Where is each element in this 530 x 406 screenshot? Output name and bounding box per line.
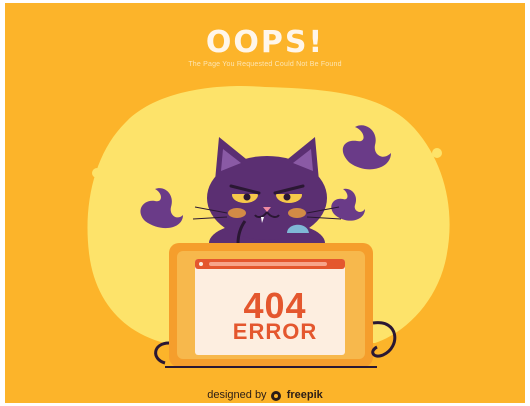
page-subtitle: The Page You Requested Could Not Be Foun… [188,61,342,68]
page-title: OOPS! [205,25,325,60]
credit-brand[interactable]: freepik [287,389,323,401]
error-label: ERROR [232,319,318,344]
error-page: OOPS! The Page You Requested Could Not B… [5,3,525,403]
credit-line: designed by freepik [5,389,525,401]
credit-prefix: designed by [207,389,267,401]
